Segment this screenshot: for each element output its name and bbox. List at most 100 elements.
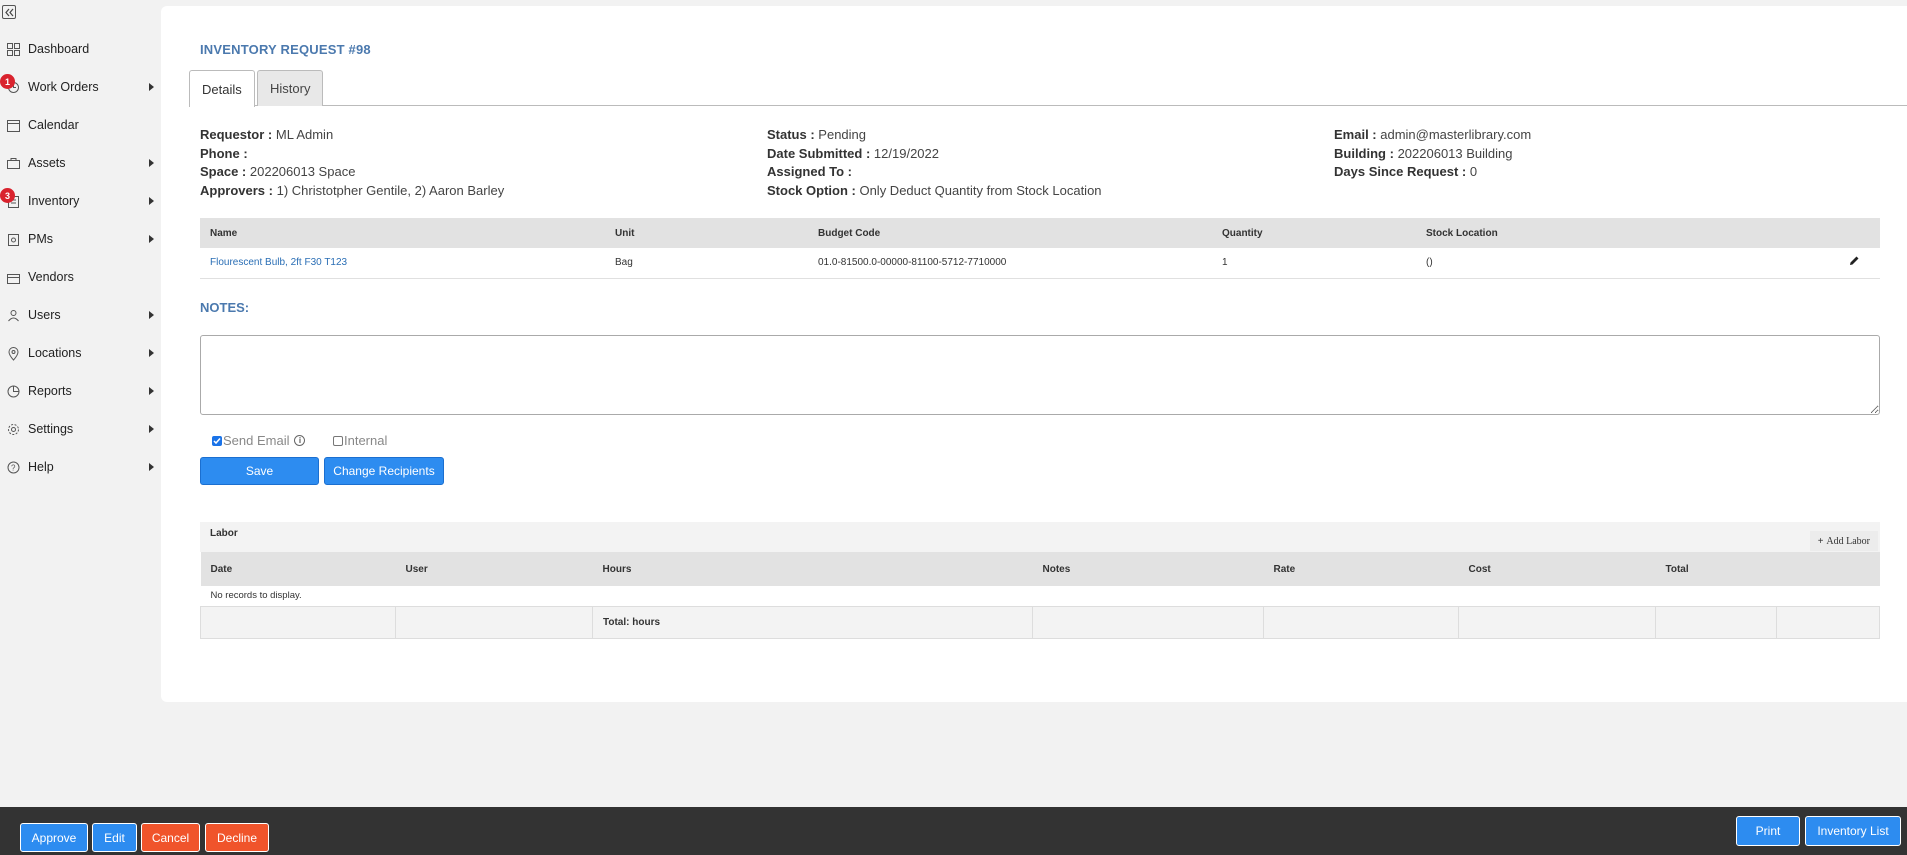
sidebar-item-pms[interactable]: PMs	[0, 220, 160, 258]
sidebar-item-assets[interactable]: Assets	[0, 144, 160, 182]
sidebar-item-users[interactable]: Users	[0, 296, 160, 334]
tab-details[interactable]: Details	[189, 70, 255, 107]
collapse-sidebar-icon[interactable]	[2, 5, 16, 19]
sidebar-item-label: Help	[28, 460, 54, 474]
sidebar-item-inventory[interactable]: 3 Inventory	[0, 182, 160, 220]
decline-button[interactable]: Decline	[205, 823, 269, 852]
internal-checkbox[interactable]	[333, 435, 343, 446]
chevron-right-icon	[149, 235, 154, 243]
help-icon: ?	[6, 460, 21, 475]
users-icon	[6, 308, 21, 323]
change-recipients-button[interactable]: Change Recipients	[324, 457, 444, 485]
dashboard-icon	[6, 42, 21, 57]
column-header-name: Name	[200, 218, 605, 248]
sidebar-item-label: Locations	[28, 346, 82, 360]
info-date-submitted: Date Submitted : 12/19/2022	[767, 145, 939, 161]
inventory-list-button[interactable]: Inventory List	[1805, 816, 1901, 846]
gear-icon	[6, 422, 21, 437]
column-header-notes: Notes	[1032, 552, 1264, 586]
column-header-rate: Rate	[1263, 552, 1459, 586]
info-status: Status : Pending	[767, 127, 867, 142]
column-header-actions	[1820, 218, 1880, 248]
sidebar-nav: Dashboard 1 Work Orders Calendar Assets …	[0, 30, 160, 486]
main-card: INVENTORY REQUEST #98 Details History Re…	[161, 6, 1907, 702]
work-orders-badge: 1	[0, 74, 15, 89]
internal-label: Internal	[344, 433, 388, 448]
info-approvers: Approvers : 1) Christotpher Gentile, 2) …	[200, 182, 505, 198]
sidebar-item-reports[interactable]: Reports	[0, 372, 160, 410]
edit-pencil-icon[interactable]	[1848, 255, 1860, 270]
item-actions-cell	[1820, 248, 1880, 279]
sidebar-item-help[interactable]: ? Help	[0, 448, 160, 486]
sidebar-item-label: Work Orders	[28, 80, 99, 94]
no-records-text: No records to display.	[210, 590, 302, 602]
column-header-quantity: Quantity	[1212, 218, 1416, 248]
sidebar-item-label: Dashboard	[28, 42, 90, 56]
plus-icon: +	[1817, 535, 1824, 547]
column-header-stock-location: Stock Location	[1416, 218, 1820, 248]
sidebar-item-locations[interactable]: Locations	[0, 334, 160, 372]
sidebar-item-settings[interactable]: Settings	[0, 410, 160, 448]
svg-text:?: ?	[11, 463, 16, 472]
info-days-since-request: Days Since Request : 0	[1334, 164, 1478, 179]
edit-button[interactable]: Edit	[92, 823, 137, 852]
notes-textarea[interactable]	[200, 335, 1880, 415]
add-labor-label: Add Labor	[1826, 535, 1870, 547]
info-column-contact: Email : admin@masterlibrary.com Building…	[1334, 126, 1531, 182]
send-email-checkbox[interactable]	[212, 435, 222, 446]
table-row: Flourescent Bulb, 2ft F30 T123 Bag 01.0-…	[200, 248, 1880, 279]
column-header-user: User	[395, 552, 593, 586]
chevron-right-icon	[149, 463, 154, 471]
tab-bar: Details History	[189, 70, 1907, 107]
sidebar-item-dashboard[interactable]: Dashboard	[0, 30, 160, 68]
column-header-date: Date	[200, 552, 396, 586]
info-space: Space : 202206013 Space	[200, 164, 356, 179]
info-icon[interactable]: i	[294, 435, 306, 446]
sidebar-item-work-orders[interactable]: 1 Work Orders	[0, 68, 160, 106]
sidebar-item-label: Users	[28, 308, 61, 322]
sidebar-item-label: Settings	[28, 422, 74, 436]
add-labor-button[interactable]: + Add Labor	[1809, 531, 1878, 551]
empty-row: No records to display.	[201, 586, 1880, 606]
item-stock-location-cell: ()	[1416, 248, 1820, 279]
approve-button[interactable]: Approve	[20, 823, 88, 852]
chevron-right-icon	[149, 197, 154, 205]
labor-table: Date User Hours Notes Rate Cost Total No…	[200, 552, 1880, 639]
sidebar-item-vendors[interactable]: Vendors	[0, 258, 160, 296]
item-name-cell: Flourescent Bulb, 2ft F30 T123	[200, 248, 605, 279]
chevron-right-icon	[149, 159, 154, 167]
pms-icon	[6, 232, 21, 247]
info-phone: Phone :	[200, 145, 248, 161]
sidebar: Dashboard 1 Work Orders Calendar Assets …	[0, 0, 160, 807]
chevron-right-icon	[149, 311, 154, 319]
items-table-header: Name Unit Budget Code Quantity Stock Loc…	[200, 218, 1880, 248]
save-button[interactable]: Save	[200, 457, 319, 485]
info-building: Building : 202206013 Building	[1334, 145, 1513, 161]
send-email-checkbox-row[interactable]: Send Email i	[212, 433, 306, 448]
tab-history[interactable]: History	[257, 70, 324, 106]
calendar-icon	[6, 118, 21, 133]
sidebar-item-calendar[interactable]: Calendar	[0, 106, 160, 144]
location-pin-icon	[6, 346, 21, 361]
info-column-requestor: Requestor : ML Admin Phone : Space : 202…	[200, 126, 504, 200]
column-header-unit: Unit	[605, 218, 808, 248]
sidebar-item-label: Vendors	[28, 270, 74, 284]
column-header-cost: Cost	[1458, 552, 1656, 586]
sidebar-item-label: Reports	[28, 384, 72, 398]
print-button[interactable]: Print	[1736, 816, 1800, 846]
cancel-button[interactable]: Cancel	[141, 823, 200, 852]
column-header-hours: Hours	[592, 552, 1033, 586]
info-column-status: Status : Pending Date Submitted : 12/19/…	[767, 126, 1102, 200]
sidebar-item-label: Inventory	[28, 194, 80, 208]
internal-checkbox-row[interactable]: Internal	[333, 433, 387, 448]
sidebar-item-label: PMs	[28, 232, 53, 246]
info-assigned-to: Assigned To :	[767, 164, 852, 179]
labor-table-header: Date User Hours Notes Rate Cost Total	[200, 552, 1880, 586]
item-name-link[interactable]: Flourescent Bulb, 2ft F30 T123	[210, 257, 347, 268]
item-budget-code-cell: 01.0-81500.0-00000-81100-5712-7710000	[808, 248, 1212, 279]
labor-total-row: Total: hours	[200, 605, 1880, 639]
vendors-icon	[6, 270, 21, 285]
inventory-badge: 3	[0, 188, 15, 203]
assets-icon	[6, 156, 21, 171]
info-requestor: Requestor : ML Admin	[200, 127, 334, 142]
